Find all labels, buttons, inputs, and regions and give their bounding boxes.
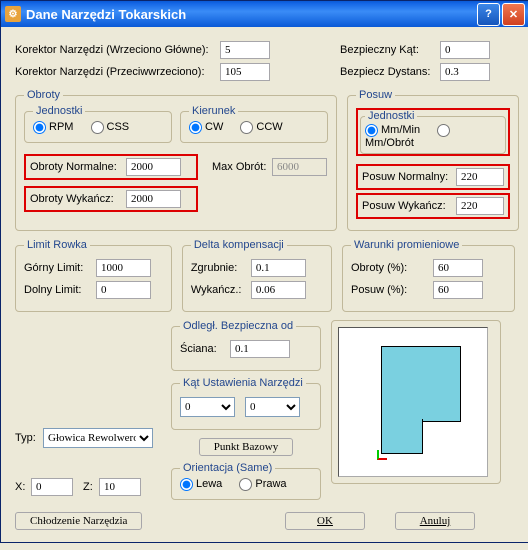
kat-ustawienia-group: Kąt Ustawienia Narzędzi 0 0 xyxy=(171,377,321,430)
obroty-pct-label: Obroty (%): xyxy=(351,262,433,274)
obroty-jednostki-legend: Jednostki xyxy=(33,105,85,117)
orientacja-group: Orientacja (Same) Lewa Prawa xyxy=(171,462,321,500)
dolny-limit-label: Dolny Limit: xyxy=(24,284,96,296)
sciana-label: Ściana: xyxy=(180,343,230,355)
max-obrot-input xyxy=(272,158,327,176)
wykancz-label: Wykańcz.: xyxy=(191,284,251,296)
korektor-przeciw-input[interactable] xyxy=(220,63,270,81)
zgrubnie-input[interactable] xyxy=(251,259,306,277)
punkt-bazowy-button[interactable]: Punkt Bazowy xyxy=(199,438,293,456)
posuw-normalny-input[interactable] xyxy=(456,168,504,186)
delta-group: Delta kompensacji Zgrubnie: Wykańcz.: xyxy=(182,239,332,312)
chlodzenie-button[interactable]: Chłodzenie Narzędzia xyxy=(15,512,142,530)
obroty-group: Obroty Jednostki RPM CSS Kierunek CW CCW xyxy=(15,89,337,231)
sciana-input[interactable] xyxy=(230,340,290,358)
posuw-wykancz-label: Posuw Wykańcz: xyxy=(362,200,456,212)
posuw-jednostki-legend: Jednostki xyxy=(365,110,417,122)
korektor-glowne-input[interactable] xyxy=(220,41,270,59)
odlegl-group: Odległ. Bezpieczna od Ściana: xyxy=(171,320,321,371)
kat-a-select[interactable]: 0 xyxy=(180,397,235,417)
kat-b-select[interactable]: 0 xyxy=(245,397,300,417)
z-input[interactable] xyxy=(99,478,141,496)
obroty-wykancz-input[interactable] xyxy=(126,190,181,208)
gorny-limit-label: Górny Limit: xyxy=(24,262,96,274)
posuw-legend: Posuw xyxy=(356,89,395,101)
limit-rowka-legend: Limit Rowka xyxy=(24,239,90,251)
ccw-radio[interactable]: CCW xyxy=(240,121,282,133)
window-title: Dane Narzędzi Tokarskich xyxy=(26,7,186,22)
obroty-legend: Obroty xyxy=(24,89,63,101)
x-input[interactable] xyxy=(31,478,73,496)
css-radio[interactable]: CSS xyxy=(91,121,130,133)
limit-rowka-group: Limit Rowka Górny Limit: Dolny Limit: xyxy=(15,239,172,312)
delta-legend: Delta kompensacji xyxy=(191,239,287,251)
posuw-wykancz-input[interactable] xyxy=(456,197,504,215)
korektor-przeciw-label: Korektor Narzędzi (Przeciwwrzeciono): xyxy=(15,66,220,78)
kierunek-legend: Kierunek xyxy=(189,105,238,117)
kierunek-group: Kierunek CW CCW xyxy=(180,105,328,143)
gorny-limit-input[interactable] xyxy=(96,259,151,277)
rpm-radio[interactable]: RPM xyxy=(33,121,73,133)
zgrubnie-label: Zgrubnie: xyxy=(191,262,251,274)
wykancz-input[interactable] xyxy=(251,281,306,299)
posuw-pct-label: Posuw (%): xyxy=(351,284,433,296)
posuw-group: Posuw Jednostki Mm/Min Mm/Obrót Posuw No… xyxy=(347,89,519,231)
bezpieczny-kat-label: Bezpieczny Kąt: xyxy=(340,44,440,56)
kat-ustawienia-legend: Kąt Ustawienia Narzędzi xyxy=(180,377,306,389)
obroty-jednostki-group: Jednostki RPM CSS xyxy=(24,105,172,143)
typ-label: Typ: xyxy=(15,432,43,444)
warunki-group: Warunki promieniowe Obroty (%): Posuw (%… xyxy=(342,239,515,312)
posuw-jednostki-group: Jednostki Mm/Min Mm/Obrót xyxy=(360,110,506,154)
prawa-radio[interactable]: Prawa xyxy=(239,478,286,490)
lewa-radio[interactable]: Lewa xyxy=(180,478,222,490)
close-button[interactable]: ✕ xyxy=(502,3,525,26)
x-label: X: xyxy=(15,481,31,493)
posuw-pct-input[interactable] xyxy=(433,281,483,299)
typ-select[interactable]: Głowica Rewolwero xyxy=(43,428,153,448)
ok-button[interactable]: OK xyxy=(285,512,365,530)
obroty-pct-input[interactable] xyxy=(433,259,483,277)
korektor-glowne-label: Korektor Narzędzi (Wrzeciono Główne): xyxy=(15,44,220,56)
mmmin-radio[interactable]: Mm/Min xyxy=(365,124,420,136)
anuluj-button[interactable]: Anuluj xyxy=(395,512,475,530)
preview-group xyxy=(331,320,501,484)
bezpieczny-kat-input[interactable] xyxy=(440,41,490,59)
z-label: Z: xyxy=(83,481,99,493)
titlebar: ⚙ Dane Narzędzi Tokarskich ? ✕ xyxy=(1,1,528,27)
obroty-normalne-input[interactable] xyxy=(126,158,181,176)
help-button[interactable]: ? xyxy=(477,3,500,26)
tool-preview xyxy=(338,327,488,477)
bezpiecz-dystans-input[interactable] xyxy=(440,63,490,81)
posuw-normalny-label: Posuw Normalny: xyxy=(362,171,456,183)
dolny-limit-input[interactable] xyxy=(96,281,151,299)
obroty-wykancz-label: Obroty Wykańcz: xyxy=(30,193,126,205)
odlegl-legend: Odległ. Bezpieczna od xyxy=(180,320,296,332)
app-icon: ⚙ xyxy=(5,6,21,22)
obroty-normalne-label: Obroty Normalne: xyxy=(30,161,126,173)
orientacja-legend: Orientacja (Same) xyxy=(180,462,275,474)
cw-radio[interactable]: CW xyxy=(189,121,223,133)
warunki-legend: Warunki promieniowe xyxy=(351,239,462,251)
bezpiecz-dystans-label: Bezpiecz Dystans: xyxy=(340,66,440,78)
max-obrot-label: Max Obrót: xyxy=(212,161,272,173)
